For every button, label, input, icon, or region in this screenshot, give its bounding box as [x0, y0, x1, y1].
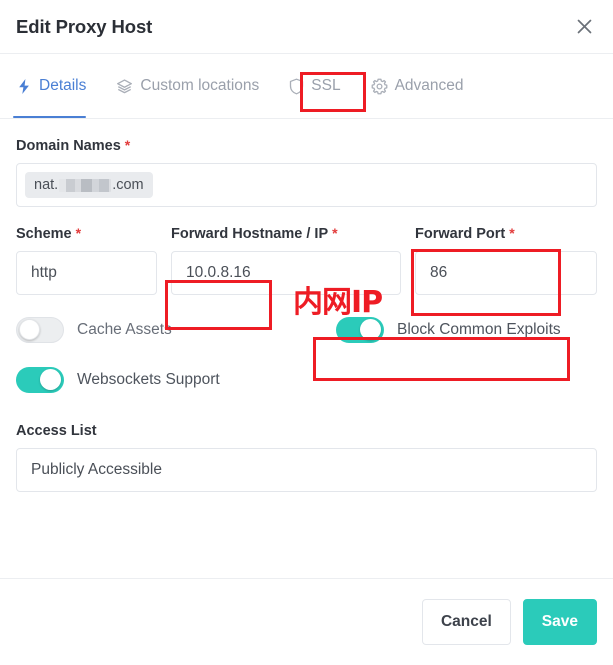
tab-advanced[interactable]: Advanced [371, 54, 478, 118]
forward-port-label-text: Forward Port [415, 226, 506, 242]
gear-icon [371, 78, 388, 95]
domain-names-input[interactable]: nat. .com [16, 163, 597, 207]
websockets-support-label: Websockets Support [77, 371, 220, 388]
forward-hostname-label-text: Forward Hostname / IP [171, 226, 329, 242]
domain-names-field: Domain Names * nat. .com [16, 137, 597, 207]
scheme-label-text: Scheme [16, 226, 72, 242]
cancel-button[interactable]: Cancel [421, 599, 511, 645]
block-common-exploits-toggle-group: Block Common Exploits [336, 317, 561, 343]
tab-ssl[interactable]: SSL [289, 54, 354, 118]
required-marker: * [332, 225, 338, 241]
toggle-knob [19, 319, 40, 340]
forward-port-label: Forward Port * [415, 225, 597, 242]
tab-bar: Details Custom locations SSL Advanced [0, 54, 613, 119]
access-list-label: Access List [16, 423, 597, 439]
tab-advanced-label: Advanced [394, 77, 464, 94]
forward-hostname-label: Forward Hostname / IP * [171, 225, 401, 242]
toggle-row-secondary: Websockets Support [16, 365, 597, 395]
domain-tag-suffix: .com [112, 177, 144, 193]
websockets-support-toggle-group: Websockets Support [16, 367, 220, 393]
required-marker: * [124, 137, 131, 153]
toggle-knob [40, 369, 61, 390]
block-common-exploits-label: Block Common Exploits [397, 321, 561, 338]
block-common-exploits-toggle[interactable] [336, 317, 384, 343]
scheme-label: Scheme * [16, 225, 157, 242]
save-button[interactable]: Save [522, 599, 597, 645]
cache-assets-label: Cache Assets [77, 321, 172, 338]
toggle-row-primary: Cache Assets Block Common Exploits [16, 315, 597, 345]
active-tab-indicator [13, 115, 87, 118]
forward-settings-row: Scheme * http Forward Hostname / IP * 10… [16, 225, 597, 295]
dialog-body: Domain Names * nat..com Scheme * http F [0, 119, 613, 621]
scheme-field: Scheme * http [16, 225, 171, 295]
toggle-knob [360, 319, 381, 340]
domain-names-label-text: Domain Names [16, 138, 121, 154]
tab-details[interactable]: Details [13, 54, 100, 118]
forward-hostname-field: Forward Hostname / IP * 10.0.8.16 [171, 225, 415, 295]
tab-custom-locations-label: Custom locations [140, 77, 260, 94]
required-marker: * [75, 225, 82, 241]
close-icon[interactable] [571, 14, 597, 40]
tab-details-label: Details [39, 77, 87, 94]
forward-hostname-input[interactable]: 10.0.8.16 [171, 251, 401, 295]
forward-port-field: Forward Port * 86 [415, 225, 597, 295]
access-list-label-text: Access List [16, 423, 97, 439]
edit-proxy-host-dialog: Edit Proxy Host Details Custom locations… [0, 0, 613, 665]
zap-icon [16, 78, 32, 95]
required-marker: * [509, 225, 515, 241]
shield-icon [289, 78, 304, 95]
cache-assets-toggle[interactable] [16, 317, 64, 343]
domain-tag-prefix: nat. [34, 177, 59, 193]
dialog-footer: Cancel Save [0, 578, 613, 665]
access-list-select[interactable]: Publicly Accessible [16, 448, 597, 492]
layers-icon [116, 78, 133, 95]
page-title: Edit Proxy Host [16, 15, 153, 37]
access-list-field: Access List Publicly Accessible [16, 423, 597, 492]
domain-name-tag[interactable]: nat. .com [25, 172, 153, 198]
domain-names-label: Domain Names * [16, 137, 597, 154]
tab-ssl-label: SSL [311, 77, 341, 94]
forward-port-input[interactable]: 86 [415, 251, 597, 295]
tab-custom-locations[interactable]: Custom locations [116, 54, 273, 118]
redacted-domain-segment [59, 178, 112, 192]
cache-assets-toggle-group: Cache Assets [16, 317, 172, 343]
dialog-header: Edit Proxy Host [0, 0, 613, 54]
websockets-support-toggle[interactable] [16, 367, 64, 393]
scheme-select[interactable]: http [16, 251, 157, 295]
